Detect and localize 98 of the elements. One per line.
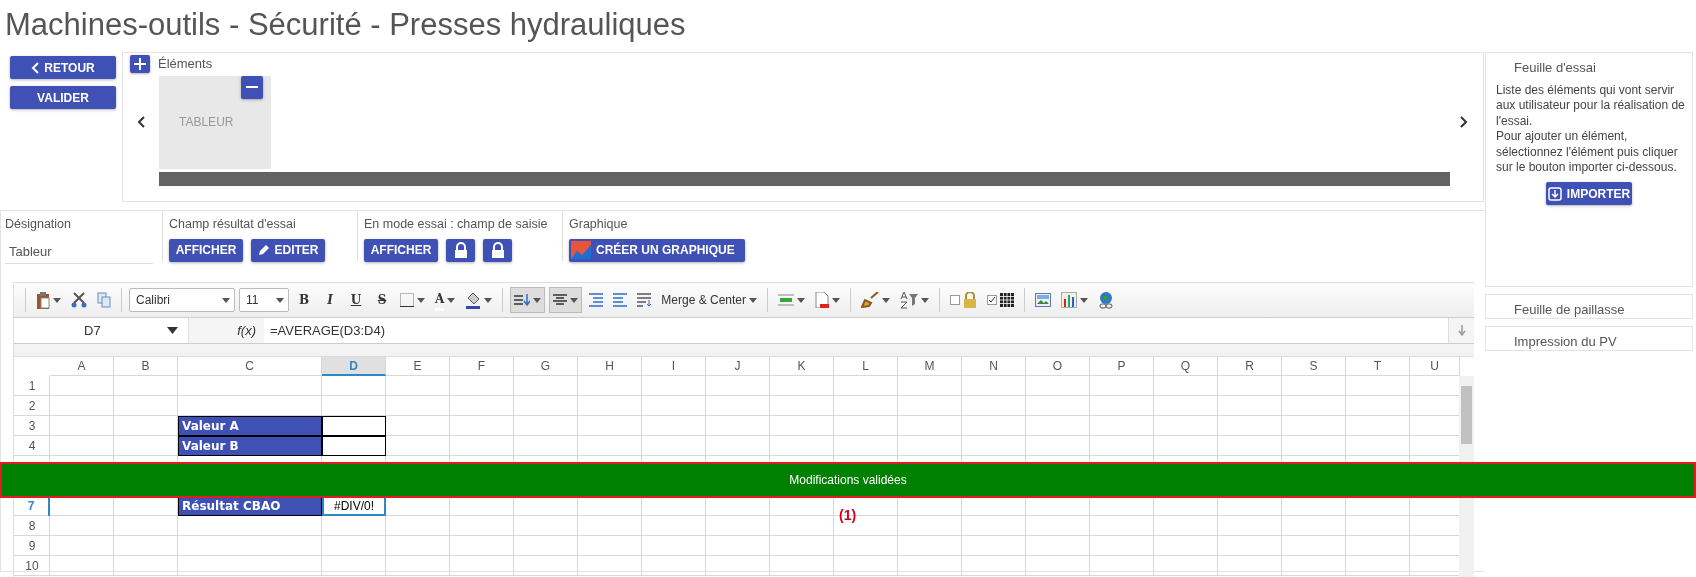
checkbox-icon — [950, 295, 960, 305]
globe-link-icon — [1098, 291, 1114, 309]
chevron-left-icon — [31, 61, 40, 74]
scrollbar[interactable] — [159, 171, 1450, 186]
brush-icon — [861, 292, 879, 308]
back-button[interactable]: RETOUR — [10, 56, 116, 79]
bar-chart-icon — [1061, 292, 1077, 308]
page-title: Machines-outils - Sécurité - Presses hydrauliques — [4, 6, 687, 44]
scissors-icon — [71, 292, 87, 308]
panel-title[interactable]: Feuille de paillasse — [1486, 295, 1692, 318]
field-value: Tableur — [5, 233, 153, 265]
create-chart-button[interactable]: CRÉER UN GRAPHIQUE — [569, 238, 745, 262]
panel-title[interactable]: Feuille d'essai — [1486, 53, 1692, 83]
wrap-text-icon — [637, 293, 652, 307]
caret-icon — [570, 297, 579, 303]
caret-icon — [921, 297, 929, 303]
lock-icon — [453, 242, 468, 259]
italic-button[interactable]: I — [319, 287, 341, 313]
lock-button[interactable] — [446, 238, 475, 262]
copy-icon — [97, 292, 111, 308]
show-button[interactable]: AFFICHER — [364, 238, 438, 262]
chart-icon — [571, 241, 591, 260]
field-label: Graphique — [569, 216, 629, 233]
merge-button[interactable]: Merge & Center — [658, 287, 760, 313]
field-label: En mode essai : champ de saisie — [364, 216, 549, 233]
table-cell[interactable]: Valeur A — [178, 416, 322, 436]
align-center-icon — [553, 294, 568, 306]
padlock-icon — [963, 292, 977, 308]
formula-field[interactable]: =AVERAGE(D3:D4) — [264, 318, 1448, 343]
caret-icon — [882, 297, 890, 303]
sort-filter-icon — [900, 291, 918, 309]
caret-icon — [832, 297, 840, 303]
description-text: Liste des éléments qui vont servir aux utilisateur pour la réalisation de l'essai. — [1495, 82, 1686, 130]
caret-icon — [749, 297, 757, 303]
text-color-button[interactable]: A — [432, 287, 459, 313]
lock-icon — [490, 242, 505, 259]
row-header[interactable]: 2 — [14, 396, 50, 416]
font-select[interactable]: Calibri — [129, 288, 235, 312]
font-size-select[interactable]: 11 — [239, 288, 289, 312]
expand-icon — [1457, 324, 1466, 337]
lock-button[interactable] — [483, 238, 512, 262]
grid-icon — [1000, 293, 1014, 307]
outdent-icon — [613, 293, 628, 307]
table-cell[interactable]: Valeur B — [178, 436, 322, 456]
caret-icon — [417, 297, 425, 303]
table-cell[interactable]: Résultat CBAO — [178, 496, 322, 516]
import-button[interactable]: IMPORTER — [1546, 182, 1632, 206]
caret-icon — [167, 327, 178, 334]
element-label: TABLEUR — [179, 114, 234, 131]
row-header[interactable]: 3 — [14, 416, 50, 436]
edit-button[interactable]: EDITER — [251, 238, 325, 262]
caret-icon — [484, 297, 493, 303]
picture-icon — [1035, 293, 1051, 307]
field-label: Champ résultat d'essai — [169, 216, 297, 233]
add-button[interactable] — [130, 54, 150, 73]
validate-button[interactable]: VALIDER — [10, 86, 116, 109]
row-header[interactable]: 8 — [14, 516, 50, 536]
show-button[interactable]: AFFICHER — [169, 238, 243, 262]
function-label: f(x) — [189, 318, 264, 343]
remove-button[interactable] — [241, 75, 263, 99]
paint-bucket-icon — [465, 291, 482, 309]
pencil-icon — [257, 244, 270, 257]
vertical-align-button[interactable] — [510, 287, 546, 313]
checked-checkbox-icon — [987, 295, 997, 305]
caret-icon — [53, 297, 61, 303]
caret-icon — [797, 297, 805, 303]
notification-banner: Modifications validées — [0, 462, 1696, 498]
clipboard-icon — [36, 291, 50, 309]
minus-icon — [246, 86, 258, 88]
section-label: Éléments — [158, 55, 213, 73]
plus-icon — [134, 57, 146, 70]
caret-icon — [533, 297, 542, 303]
import-icon — [1547, 186, 1562, 201]
align-bottom-icon — [514, 293, 531, 307]
bold-button[interactable]: B — [293, 287, 315, 313]
panel-title[interactable]: Impression du PV — [1486, 327, 1692, 350]
field-label: Désignation — [5, 216, 72, 233]
caret-icon — [276, 297, 284, 303]
row-header[interactable]: 10 — [14, 556, 50, 576]
borders-icon — [400, 293, 414, 307]
document-icon — [815, 292, 829, 308]
align-center-button[interactable] — [549, 287, 583, 313]
caret-icon — [222, 297, 230, 303]
chevron-right-icon[interactable] — [1459, 116, 1469, 128]
row-header[interactable]: 9 — [14, 536, 50, 556]
strikethrough-button[interactable]: S — [371, 287, 393, 313]
indent-icon — [589, 293, 604, 307]
annotation-label: (1) — [839, 506, 857, 525]
insert-row-icon — [778, 293, 794, 307]
caret-icon — [1080, 297, 1088, 303]
chevron-left-icon[interactable] — [136, 116, 146, 128]
table-cell[interactable] — [322, 416, 386, 436]
caret-icon — [447, 297, 456, 303]
table-cell[interactable] — [322, 436, 386, 456]
row-header[interactable]: 4 — [14, 436, 50, 456]
description-text: Pour ajouter un élément, sélectionnez l'élément puis cliquer sur le bouton importer ci-dessous. — [1495, 129, 1679, 177]
underline-button[interactable]: U — [345, 287, 367, 313]
row-header[interactable]: 1 — [14, 376, 50, 396]
